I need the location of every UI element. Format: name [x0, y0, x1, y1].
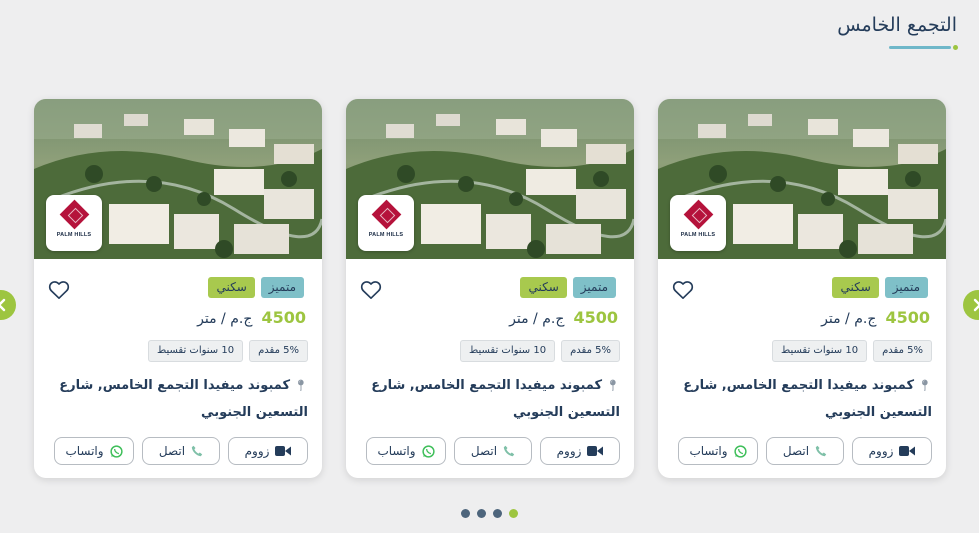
developer-logo: PALM HILLS — [46, 195, 102, 251]
project-card[interactable]: PALM HILLS متميز سكني 4500 ج.م / متر 5% … — [34, 99, 322, 478]
address: 📍︎كمبوند ميفيدا التجمع الخامس, شارع التس… — [43, 372, 308, 426]
price: 4500 ج.م / متر — [197, 308, 306, 327]
type-badge: سكني — [208, 277, 255, 298]
section-title: التجمع الخامس — [837, 14, 957, 36]
address: 📍︎كمبوند ميفيدا التجمع الخامس, شارع التس… — [667, 372, 932, 426]
location-pin-icon: 📍︎ — [918, 379, 932, 392]
video-camera-icon — [587, 445, 604, 457]
price: 4500 ج.م / متر — [509, 308, 618, 327]
featured-badge: متميز — [260, 277, 304, 298]
type-badge: سكني — [520, 277, 567, 298]
project-image[interactable]: PALM HILLS — [346, 99, 634, 259]
call-label: اتصل — [158, 444, 186, 458]
video-camera-icon — [899, 445, 916, 457]
whatsapp-button[interactable]: واتساب — [54, 437, 134, 465]
zoom-button[interactable]: زووم — [228, 437, 308, 465]
logo-text: PALM HILLS — [56, 232, 92, 238]
phone-icon — [815, 445, 827, 457]
carousel-prev-button[interactable] — [0, 290, 16, 320]
carousel-dot[interactable] — [477, 509, 486, 518]
down-payment-tag: 5% مقدم — [249, 340, 308, 362]
price-unit: ج.م / متر — [509, 311, 565, 327]
down-payment-tag: 5% مقدم — [873, 340, 932, 362]
zoom-button[interactable]: زووم — [852, 437, 932, 465]
price-unit: ج.م / متر — [197, 311, 253, 327]
project-image[interactable]: PALM HILLS — [658, 99, 946, 259]
address-text: كمبوند ميفيدا التجمع الخامس, شارع التسعي… — [59, 378, 308, 420]
zoom-label: زووم — [868, 444, 894, 458]
installments-tag: 10 سنوات تقسيط — [147, 340, 244, 362]
project-card[interactable]: PALM HILLS متميز سكني 4500 ج.م / متر 5% … — [346, 99, 634, 478]
address: 📍︎كمبوند ميفيدا التجمع الخامس, شارع التس… — [355, 372, 620, 426]
developer-logo: PALM HILLS — [358, 195, 414, 251]
whatsapp-icon — [733, 444, 747, 458]
chevron-left-icon — [0, 298, 6, 312]
whatsapp-label: واتساب — [65, 444, 104, 458]
project-card[interactable]: PALM HILLS متميز سكني 4500 ج.م / متر 5% … — [658, 99, 946, 478]
whatsapp-button[interactable]: واتساب — [678, 437, 758, 465]
zoom-button[interactable]: زووم — [540, 437, 620, 465]
carousel-dot[interactable] — [493, 509, 502, 518]
whatsapp-label: واتساب — [377, 444, 416, 458]
call-button[interactable]: اتصل — [142, 437, 220, 465]
title-underline — [889, 46, 951, 49]
location-pin-icon: 📍︎ — [294, 379, 308, 392]
whatsapp-icon — [109, 444, 123, 458]
phone-icon — [191, 445, 203, 457]
favorite-heart-icon[interactable] — [672, 280, 694, 300]
call-button[interactable]: اتصل — [766, 437, 844, 465]
carousel-dot[interactable] — [461, 509, 470, 518]
logo-text: PALM HILLS — [368, 232, 404, 238]
video-camera-icon — [275, 445, 292, 457]
title-accent-dot — [953, 45, 958, 50]
address-text: كمبوند ميفيدا التجمع الخامس, شارع التسعي… — [683, 378, 932, 420]
phone-icon — [503, 445, 515, 457]
price-unit: ج.م / متر — [821, 311, 877, 327]
price-value: 4500 — [261, 308, 306, 327]
whatsapp-button[interactable]: واتساب — [366, 437, 446, 465]
price-value: 4500 — [885, 308, 930, 327]
installments-tag: 10 سنوات تقسيط — [771, 340, 868, 362]
call-button[interactable]: اتصل — [454, 437, 532, 465]
whatsapp-icon — [421, 444, 435, 458]
zoom-label: زووم — [556, 444, 582, 458]
address-text: كمبوند ميفيدا التجمع الخامس, شارع التسعي… — [371, 378, 620, 420]
favorite-heart-icon[interactable] — [360, 280, 382, 300]
location-pin-icon: 📍︎ — [606, 379, 620, 392]
logo-text: PALM HILLS — [680, 232, 716, 238]
carousel-dot[interactable] — [509, 509, 518, 518]
price: 4500 ج.م / متر — [821, 308, 930, 327]
type-badge: سكني — [832, 277, 879, 298]
carousel-dots — [461, 509, 518, 518]
developer-logo: PALM HILLS — [670, 195, 726, 251]
favorite-heart-icon[interactable] — [48, 280, 70, 300]
featured-badge: متميز — [884, 277, 928, 298]
whatsapp-label: واتساب — [689, 444, 728, 458]
zoom-label: زووم — [244, 444, 270, 458]
call-label: اتصل — [470, 444, 498, 458]
carousel-next-button[interactable] — [963, 290, 979, 320]
price-value: 4500 — [573, 308, 618, 327]
chevron-right-icon — [973, 298, 979, 312]
featured-badge: متميز — [572, 277, 616, 298]
project-image[interactable]: PALM HILLS — [34, 99, 322, 259]
call-label: اتصل — [782, 444, 810, 458]
down-payment-tag: 5% مقدم — [561, 340, 620, 362]
installments-tag: 10 سنوات تقسيط — [459, 340, 556, 362]
